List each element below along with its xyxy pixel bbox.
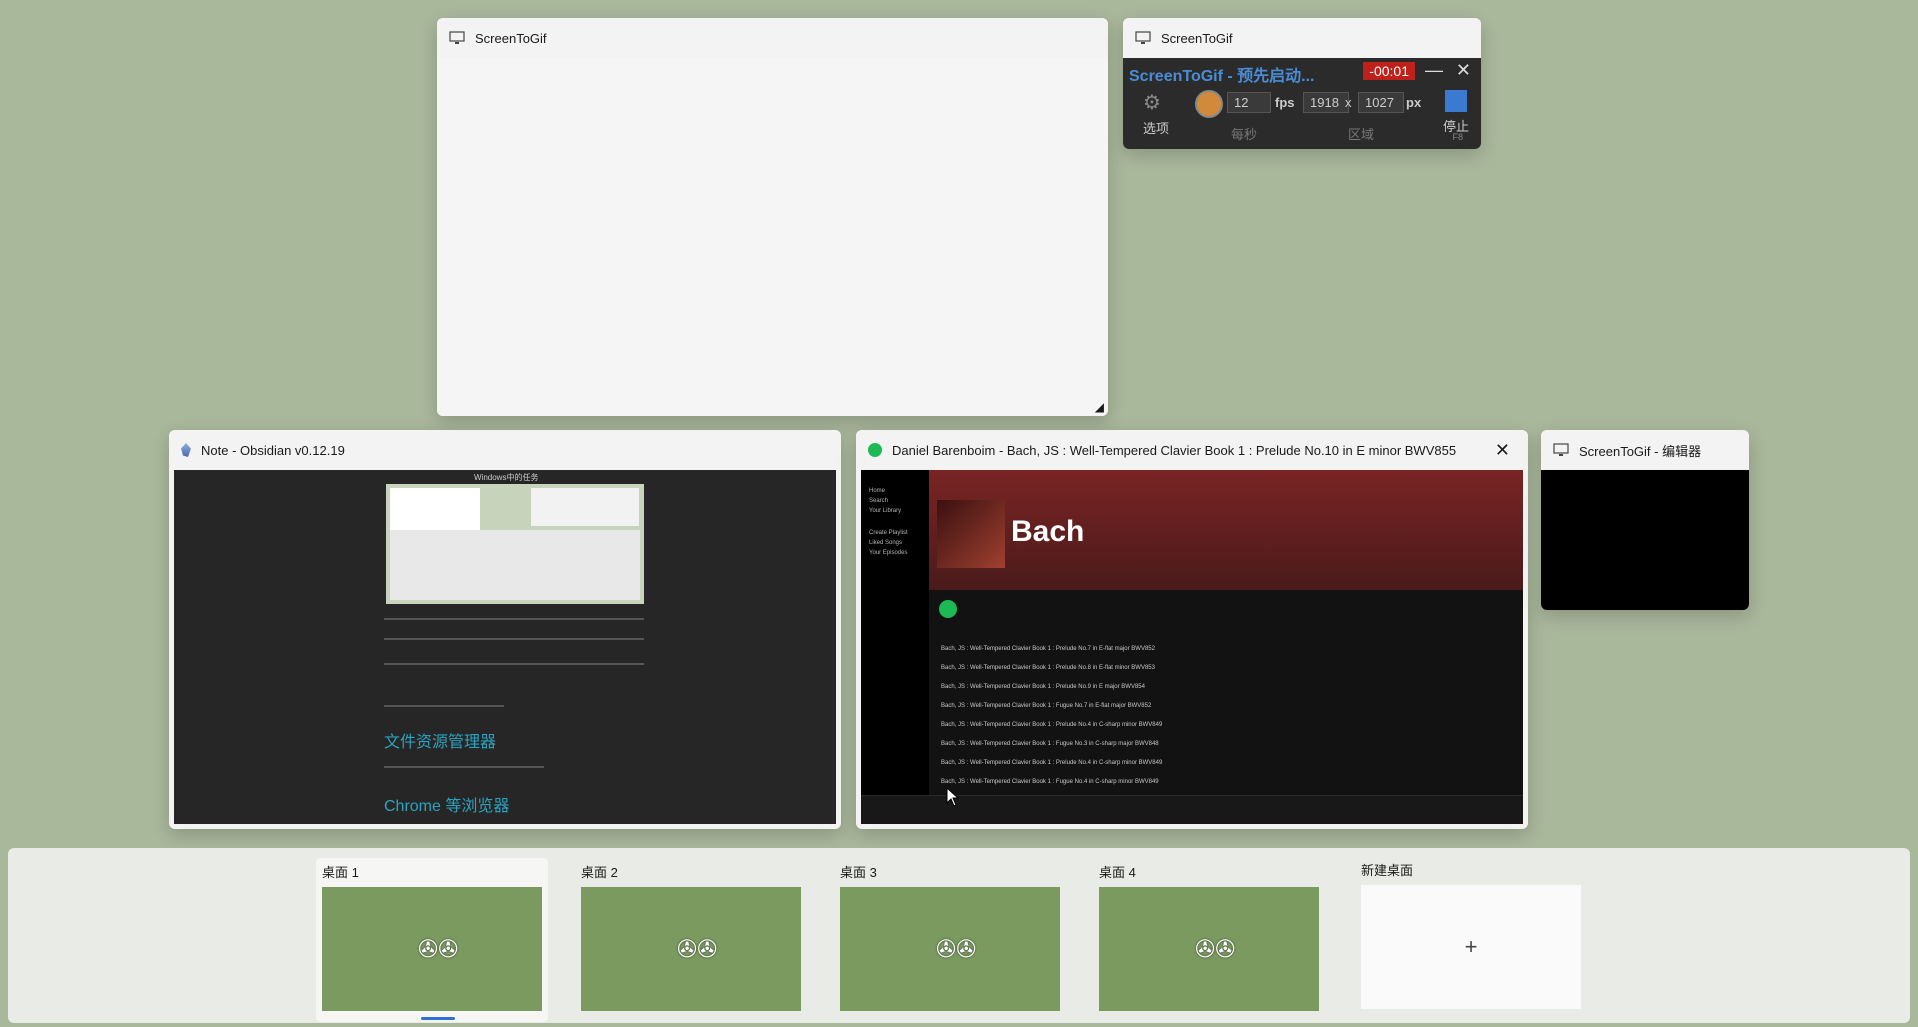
track-row[interactable]: Bach, JS : Well-Tempered Clavier Book 1 …: [941, 756, 1513, 770]
nav-home[interactable]: Home: [861, 486, 929, 496]
recording-timer: -00:01: [1363, 62, 1415, 80]
document-heading: Windows中的任务: [474, 473, 539, 482]
desktop-label: 桌面 3: [840, 865, 877, 880]
stop-shortcut: F8: [1452, 132, 1463, 142]
record-button[interactable]: [1195, 90, 1223, 118]
window-titlebar[interactable]: Note - Obsidian v0.12.19: [169, 430, 841, 470]
play-button[interactable]: [939, 600, 957, 618]
recorder-title: ScreenToGif - 预先启动...: [1129, 68, 1315, 85]
desktop-label: 桌面 4: [1099, 865, 1136, 880]
album-title: Bach: [1011, 515, 1085, 548]
desktop-4[interactable]: 桌面 4 ✇✇: [1093, 858, 1325, 1013]
plus-icon: +: [1464, 934, 1478, 959]
stop-button[interactable]: [1445, 90, 1467, 112]
screentogif-window-large[interactable]: ScreenToGif ◢: [437, 18, 1108, 416]
desktop-thumbnail[interactable]: ✇✇: [840, 887, 1060, 1011]
px-unit: px: [1406, 95, 1422, 110]
desktop-3[interactable]: 桌面 3 ✇✇: [834, 858, 1066, 1013]
desktop-thumbnail[interactable]: ✇✇: [1099, 887, 1319, 1011]
close-button[interactable]: ✕: [1489, 437, 1516, 463]
album-art: [937, 500, 1005, 568]
size-separator: x: [1345, 95, 1352, 110]
nav-library[interactable]: Your Library: [861, 506, 929, 516]
recorder-panel: ScreenToGif - 预先启动... -00:01 — ✕ ⚙ 选项 12…: [1123, 58, 1481, 149]
track-row[interactable]: Bach, JS : Well-Tempered Clavier Book 1 …: [941, 737, 1513, 751]
new-desktop-label: 新建桌面: [1361, 863, 1414, 878]
fps-unit: fps: [1275, 95, 1295, 110]
spotify-content[interactable]: Home Search Your Library Create Playlist…: [861, 470, 1523, 824]
embedded-screenshot: [386, 484, 644, 604]
options-label[interactable]: 选项: [1143, 118, 1169, 137]
window-content: [1541, 470, 1749, 610]
window-content: [437, 58, 1108, 416]
monitor-icon: [449, 31, 465, 44]
track-row[interactable]: Bach, JS : Well-Tempered Clavier Book 1 …: [941, 775, 1513, 789]
monitor-icon: [1135, 31, 1151, 44]
window-titlebar[interactable]: Daniel Barenboim - Bach, JS : Well-Tempe…: [856, 430, 1528, 470]
spotify-window[interactable]: Daniel Barenboim - Bach, JS : Well-Tempe…: [856, 430, 1528, 829]
note-content[interactable]: Windows中的任务 文件资源管理器 Chrome 等浏览器: [174, 470, 836, 824]
desktop-thumbnail[interactable]: ✇✇: [581, 887, 801, 1011]
obsidian-window[interactable]: Note - Obsidian v0.12.19 Windows中的任务 文件资…: [169, 430, 841, 829]
track-row[interactable]: Bach, JS : Well-Tempered Clavier Book 1 …: [941, 699, 1513, 713]
fan-logo-icon: ✇✇: [418, 936, 459, 963]
track-row[interactable]: Bach, JS : Well-Tempered Clavier Book 1 …: [941, 661, 1513, 675]
height-input[interactable]: 1027: [1358, 92, 1404, 113]
window-title: ScreenToGif - 编辑器: [1579, 443, 1702, 459]
spotify-sidebar: Home Search Your Library Create Playlist…: [861, 470, 929, 804]
close-button[interactable]: ✕: [1456, 60, 1471, 81]
window-titlebar[interactable]: ScreenToGif: [437, 18, 1108, 58]
desktop-label: 桌面 1: [322, 865, 359, 880]
region-select[interactable]: 区域: [1348, 124, 1374, 143]
nav-create-playlist[interactable]: Create Playlist: [861, 528, 929, 538]
virtual-desktops-bar: 桌面 1 ✇✇ 桌面 2 ✇✇ 桌面 3 ✇✇ 桌面 4 ✇✇ 新建桌面 +: [8, 848, 1910, 1023]
screentogif-recorder-window[interactable]: ScreenToGif ScreenToGif - 预先启动... -00:01…: [1123, 18, 1481, 149]
spotify-logo-icon: [868, 443, 882, 457]
track-row[interactable]: Bach, JS : Well-Tempered Clavier Book 1 …: [941, 642, 1513, 656]
fan-logo-icon: ✇✇: [1195, 936, 1236, 963]
gear-icon[interactable]: ⚙: [1143, 90, 1161, 115]
window-title: ScreenToGif: [1161, 30, 1233, 46]
frequency-select[interactable]: 每秒: [1231, 124, 1257, 143]
desktop-2[interactable]: 桌面 2 ✇✇: [575, 858, 807, 1013]
window-titlebar[interactable]: ScreenToGif: [1123, 18, 1481, 58]
desktop-label: 桌面 2: [581, 865, 618, 880]
window-titlebar[interactable]: ScreenToGif - 编辑器: [1541, 430, 1749, 470]
window-title: Daniel Barenboim - Bach, JS : Well-Tempe…: [892, 442, 1457, 458]
track-row[interactable]: Bach, JS : Well-Tempered Clavier Book 1 …: [941, 718, 1513, 732]
new-desktop-button[interactable]: 新建桌面 +: [1355, 856, 1587, 1011]
window-title: ScreenToGif: [475, 30, 547, 46]
width-input[interactable]: 1918: [1303, 92, 1349, 113]
track-row[interactable]: Bach, JS : Well-Tempered Clavier Book 1 …: [941, 680, 1513, 694]
monitor-icon: [1553, 443, 1569, 456]
nav-liked-songs[interactable]: Liked Songs: [861, 538, 929, 548]
heading-chrome: Chrome 等浏览器: [384, 798, 510, 815]
fps-input[interactable]: 12: [1227, 92, 1271, 113]
fan-logo-icon: ✇✇: [677, 936, 718, 963]
active-indicator: [421, 1017, 455, 1020]
resize-grip-icon[interactable]: ◢: [1095, 400, 1104, 414]
desktop-thumbnail[interactable]: ✇✇: [322, 887, 542, 1011]
nav-episodes[interactable]: Your Episodes: [861, 548, 929, 558]
fan-logo-icon: ✇✇: [936, 936, 977, 963]
new-desktop-thumbnail[interactable]: +: [1361, 885, 1581, 1009]
playback-bar[interactable]: [861, 795, 1523, 824]
desktop-1[interactable]: 桌面 1 ✇✇: [316, 858, 548, 1022]
mouse-cursor-icon: [946, 787, 960, 807]
screentogif-editor-window[interactable]: ScreenToGif - 编辑器: [1541, 430, 1749, 610]
window-title: Note - Obsidian v0.12.19: [201, 442, 345, 458]
heading-explorer: 文件资源管理器: [384, 734, 497, 751]
obsidian-logo-icon: [181, 443, 191, 457]
nav-search[interactable]: Search: [861, 496, 929, 506]
minimize-button[interactable]: —: [1425, 60, 1443, 81]
